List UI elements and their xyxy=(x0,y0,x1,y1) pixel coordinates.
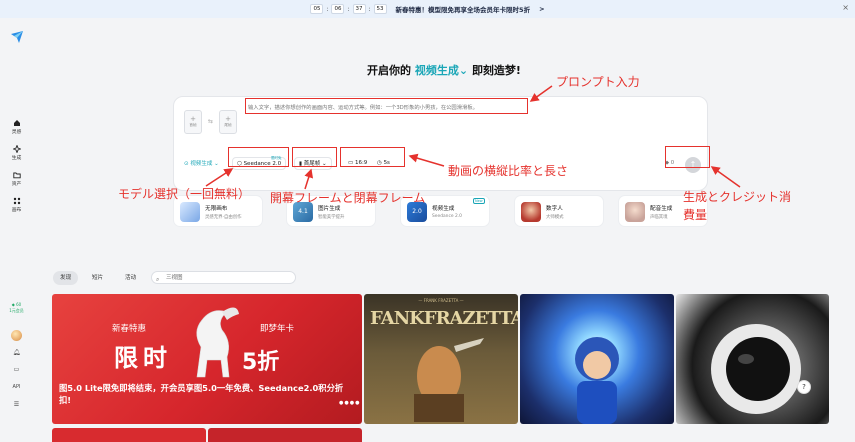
gallery-row2 xyxy=(52,428,829,442)
annotation-arrows xyxy=(205,85,741,190)
